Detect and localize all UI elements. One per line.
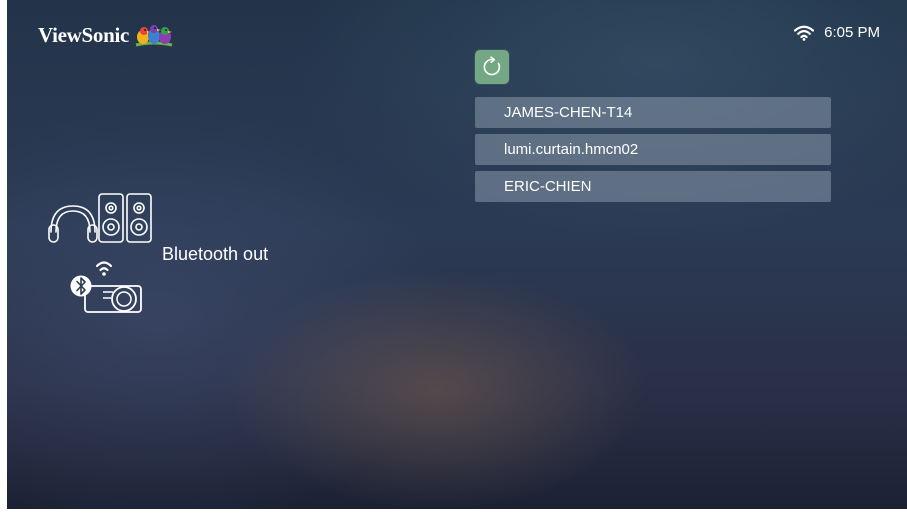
device-name: ERIC-CHIEN [504,178,592,195]
device-name: lumi.curtain.hmcn02 [504,141,639,158]
device-name: JAMES-CHEN-T14 [504,104,633,121]
device-item[interactable]: lumi.curtain.hmcn02 [475,134,831,165]
projector-screen: ViewSonic 6:05 PM JAMES-CHEN-T14 lumi.cu… [7,0,907,509]
brand-name: ViewSonic [38,22,130,47]
refresh-icon [483,56,501,76]
bluetooth-device-list: JAMES-CHEN-T14 lumi.curtain.hmcn02 ERIC-… [475,97,831,208]
speakers-icon [98,193,152,243]
brand-logo: ViewSonic [38,20,175,50]
headphones-icon [48,205,98,243]
device-item[interactable]: ERIC-CHIEN [475,171,831,202]
viewsonic-birds-icon [135,25,173,47]
bluetooth-projector-icon [70,261,142,313]
clock: 6:05 PM [824,24,880,41]
bluetooth-out-graphic [47,190,167,318]
bluetooth-out-label: Bluetooth out [162,244,269,264]
status-bar: 6:05 PM [794,24,880,41]
device-item[interactable]: JAMES-CHEN-T14 [475,97,831,128]
refresh-button[interactable] [475,50,509,84]
wifi-icon [794,25,815,41]
